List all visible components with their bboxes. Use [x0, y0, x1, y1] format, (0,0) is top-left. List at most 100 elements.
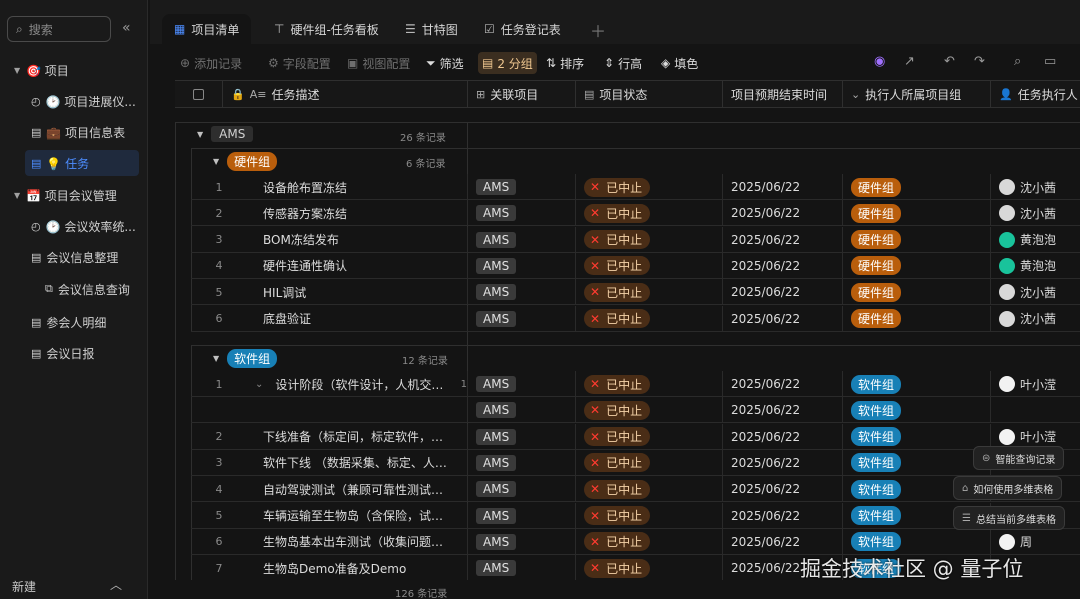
sidebar-item-daily-report[interactable]: ▤ 会议日报 [31, 340, 94, 366]
task-description-cell[interactable]: HIL调试 [247, 279, 468, 306]
row-height-button[interactable]: ⇕ 行高 [600, 52, 646, 74]
end-date-cell[interactable]: 2025/06/22 [723, 252, 843, 279]
status-cell[interactable]: ✕ 已中止 [576, 502, 723, 529]
sidebar-item-project[interactable]: ▼ 🎯 项目 [14, 57, 69, 83]
task-description-cell[interactable]: 硬件连通性确认 [247, 252, 468, 279]
status-cell[interactable]: ✕ 已中止 [576, 252, 723, 279]
tab-project-list[interactable]: ▦ 项目清单 [162, 14, 252, 44]
group-button[interactable]: ▤ 2 分组 [478, 52, 537, 74]
end-date-cell[interactable]: 2025/06/22 [723, 449, 843, 476]
table-row[interactable]: 1 ⌄ 设计阶段（软件设计，人机交互... 1 AMS ✕ 已中止 2025/06/22 软件组… [191, 371, 1080, 397]
tab-task-form[interactable]: ☑ 任务登记表 [472, 14, 573, 44]
owner-group-cell[interactable]: 软件组 [843, 371, 991, 397]
project-cell[interactable]: AMS [468, 397, 576, 424]
project-cell[interactable]: AMS [468, 279, 576, 306]
table-row[interactable]: 3 BOM冻结发布 AMS ✕ 已中止 2025/06/22 硬件组 黄泡泡 [191, 226, 1080, 253]
project-cell[interactable]: AMS [468, 476, 576, 503]
owner-cell[interactable]: 沈小茜 [991, 200, 1080, 226]
end-date-cell[interactable]: 2025/06/22 [723, 174, 843, 200]
owner-group-cell[interactable]: 硬件组 [843, 226, 991, 253]
expand-arrow-icon[interactable]: ▼ [213, 157, 219, 166]
owner-cell[interactable]: 沈小茜 [991, 174, 1080, 200]
status-cell[interactable]: ✕ 已中止 [576, 423, 723, 450]
select-all-checkbox[interactable] [175, 81, 223, 108]
table-row[interactable]: 2 下线准备（标定间，标定软件，安全... AMS ✕ 已中止 2025/06/22 软件组… [191, 423, 1080, 450]
project-cell[interactable]: AMS [468, 174, 576, 200]
owner-group-cell[interactable]: 软件组 [843, 449, 991, 476]
owner-cell[interactable]: 叶小滢 [991, 371, 1080, 397]
fill-color-button[interactable]: ◈ 填色 [657, 52, 702, 74]
group-header-ams[interactable]: ▼ AMS [197, 126, 254, 142]
status-cell[interactable]: ✕ 已中止 [576, 305, 723, 332]
project-cell[interactable]: AMS [468, 423, 576, 450]
column-header-end-time[interactable]: 项目预期结束时间 [723, 81, 843, 108]
column-header-desc[interactable]: 🔒 A≡ 任务描述 [223, 81, 468, 108]
owner-group-cell[interactable]: 软件组 [843, 423, 991, 450]
end-date-cell[interactable]: 2025/06/22 [723, 397, 843, 424]
project-cell[interactable]: AMS [468, 226, 576, 253]
column-header-project[interactable]: ⊞ 关联项目 [468, 81, 576, 108]
table-row[interactable]: 5 HIL调试 AMS ✕ 已中止 2025/06/22 硬件组 沈小茜 [191, 279, 1080, 306]
end-date-cell[interactable]: 2025/06/22 [723, 476, 843, 503]
expand-arrow-icon[interactable]: ▼ [197, 130, 203, 139]
expand-arrow-icon[interactable]: ▼ [14, 66, 26, 75]
table-row[interactable]: 4 硬件连通性确认 AMS ✕ 已中止 2025/06/22 硬件组 黄泡泡 [191, 252, 1080, 279]
status-cell[interactable]: ✕ 已中止 [576, 371, 723, 397]
project-cell[interactable]: AMS [468, 555, 576, 580]
chevron-up-icon[interactable]: ︿ [110, 576, 122, 593]
task-description-cell[interactable]: ⌄ 设计阶段（软件设计，人机交互... 1 [247, 371, 468, 397]
status-cell[interactable]: ✕ 已中止 [576, 528, 723, 555]
ai-assistant-icon[interactable]: ◉ [874, 54, 885, 69]
collapse-sidebar-icon[interactable]: « [122, 20, 131, 36]
group-header-software[interactable]: ▼ 软件组 [213, 349, 278, 368]
project-cell[interactable]: AMS [468, 371, 576, 397]
status-cell[interactable]: ✕ 已中止 [576, 226, 723, 253]
project-cell[interactable]: AMS [468, 528, 576, 555]
add-record-button[interactable]: ⊕ 添加记录 [176, 52, 246, 74]
status-cell[interactable]: ✕ 已中止 [576, 555, 723, 580]
status-cell[interactable]: ✕ 已中止 [576, 449, 723, 476]
task-description-cell[interactable]: 传感器方案冻结 [247, 200, 468, 227]
end-date-cell[interactable]: 2025/06/22 [723, 423, 843, 450]
owner-group-cell[interactable]: 硬件组 [843, 305, 991, 332]
end-date-cell[interactable]: 2025/06/22 [723, 226, 843, 253]
table-row[interactable]: 6 生物岛基本出车测试（收集问题，为... AMS ✕ 已中止 2025/06/22 软件组… [191, 528, 1080, 555]
sidebar-item-attendees[interactable]: ▤ 参会人明细 [31, 309, 106, 335]
owner-group-cell[interactable]: 软件组 [843, 528, 991, 555]
table-row[interactable]: 3 软件下线 （数据采集、标定、人机交... AMS ✕ 已中止 2025/06/22 软件… [191, 449, 1080, 476]
sidebar-item-progress-dashboard[interactable]: ◴ 🕑 项目进展仪... [31, 88, 136, 114]
status-cell[interactable]: ✕ 已中止 [576, 397, 723, 424]
owner-cell[interactable]: 周 [991, 529, 1080, 555]
column-header-owner[interactable]: 👤 任务执行人 [991, 81, 1080, 108]
project-cell[interactable]: AMS [468, 502, 576, 529]
status-cell[interactable]: ✕ 已中止 [576, 476, 723, 503]
task-description-cell[interactable] [247, 397, 468, 424]
end-date-cell[interactable]: 2025/06/22 [723, 279, 843, 306]
add-view-icon[interactable]: ＋ [590, 18, 606, 42]
task-description-cell[interactable]: BOM冻结发布 [247, 226, 468, 253]
task-description-cell[interactable]: 底盘验证 [247, 305, 468, 332]
table-row[interactable]: 2 传感器方案冻结 AMS ✕ 已中止 2025/06/22 硬件组 沈小茜 [191, 200, 1080, 227]
end-date-cell[interactable]: 2025/06/22 [723, 502, 843, 529]
how-to-use-button[interactable]: ⌂ 如何使用多维表格 [953, 476, 1063, 500]
owner-group-cell[interactable]: 硬件组 [843, 174, 991, 200]
column-header-status[interactable]: ▤ 项目状态 [576, 81, 723, 108]
field-config-button[interactable]: ⚙ 字段配置 [264, 52, 335, 74]
end-date-cell[interactable]: 2025/06/22 [723, 200, 843, 227]
group-header-hardware[interactable]: ▼ 硬件组 [213, 152, 278, 171]
sidebar-item-tasks[interactable]: ▤ 💡 任务 [25, 150, 139, 176]
project-cell[interactable]: AMS [468, 449, 576, 476]
status-cell[interactable]: ✕ 已中止 [576, 279, 723, 306]
tab-gantt[interactable]: ☰ 甘特图 [393, 14, 470, 44]
project-cell[interactable]: AMS [468, 252, 576, 279]
filter-button[interactable]: ⏷ 筛选 [422, 52, 468, 74]
owner-cell[interactable]: 黄泡泡 [991, 253, 1080, 279]
task-description-cell[interactable]: 下线准备（标定间，标定软件，安全... [247, 423, 468, 450]
owner-group-cell[interactable]: 软件组 [843, 397, 991, 424]
task-description-cell[interactable]: 生物岛基本出车测试（收集问题，为... [247, 528, 468, 555]
task-description-cell[interactable]: 自动驾驶测试（兼顾可靠性测试，试... [247, 476, 468, 503]
task-description-cell[interactable]: 软件下线 （数据采集、标定、人机交... [247, 449, 468, 476]
checkbox-icon[interactable] [193, 89, 204, 100]
summarize-button[interactable]: ☰ 总结当前多维表格 [953, 506, 1065, 530]
comment-icon[interactable]: ▭ [1044, 54, 1056, 69]
